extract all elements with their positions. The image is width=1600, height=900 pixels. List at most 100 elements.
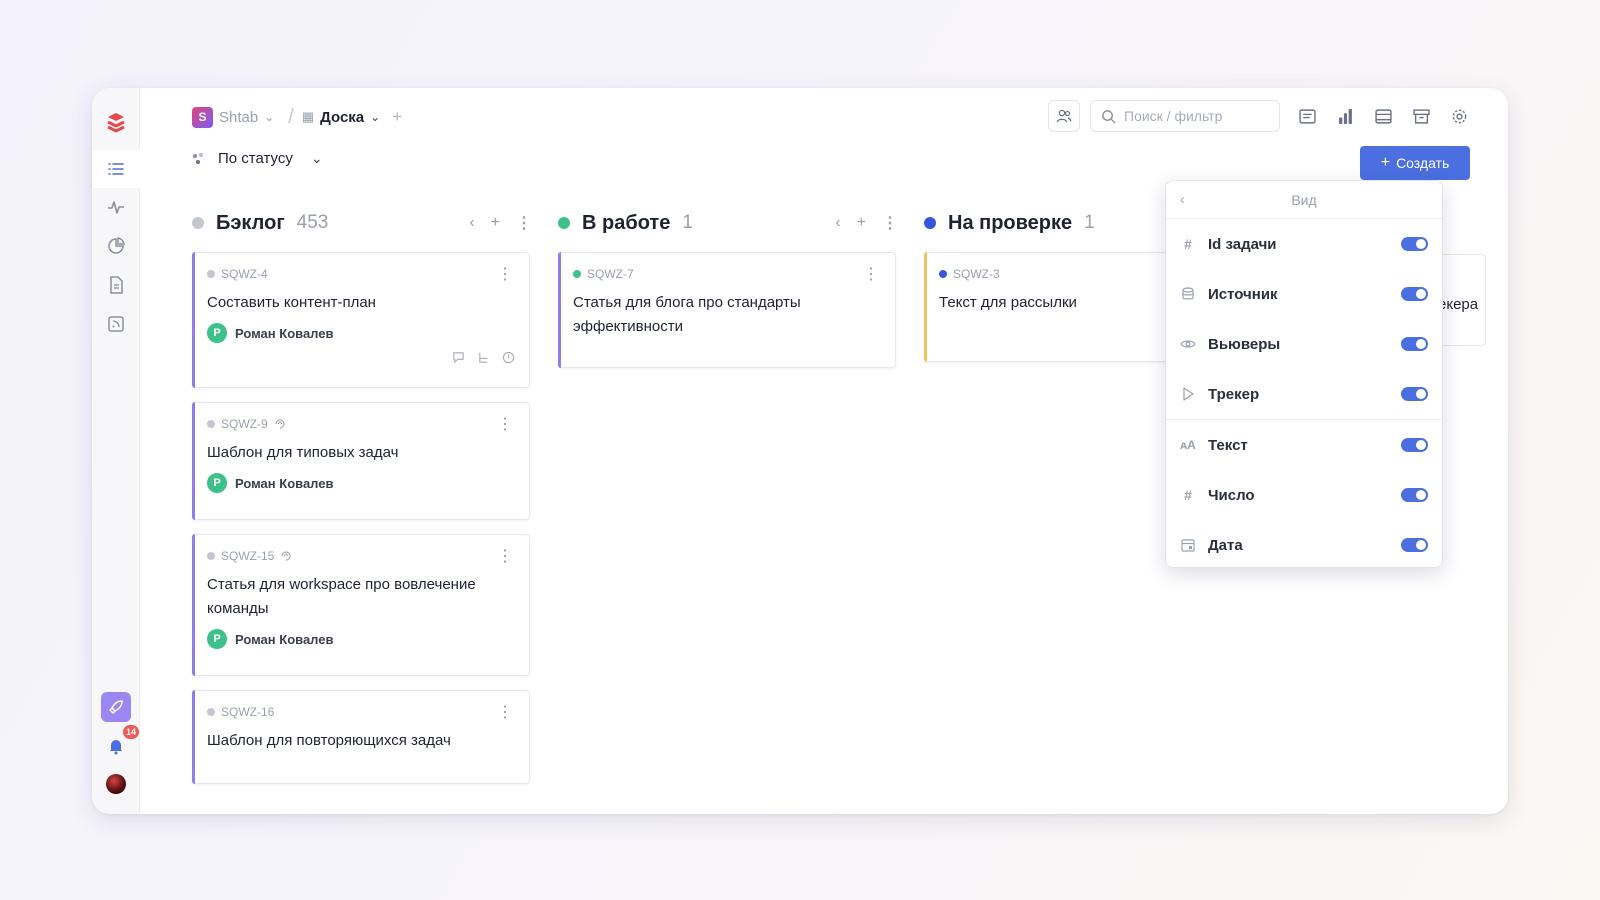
create-button-label: Создать — [1396, 155, 1450, 171]
activity-icon — [108, 201, 124, 214]
comment-icon[interactable] — [452, 351, 465, 364]
more-vertical-icon[interactable]: ⋮ — [882, 213, 898, 233]
notifications-button[interactable]: 14 — [102, 725, 139, 760]
chevron-down-icon: ⌄ — [310, 150, 323, 166]
view-option-source[interactable]: Источник — [1166, 269, 1442, 319]
database-icon — [1180, 286, 1196, 302]
add-card-button[interactable]: + — [857, 214, 866, 232]
status-dot — [558, 217, 570, 229]
user-avatar[interactable] — [102, 770, 130, 798]
status-dot — [192, 217, 204, 229]
repeat-icon — [275, 419, 285, 429]
option-label: Трекер — [1208, 385, 1260, 403]
status-dot — [207, 420, 215, 428]
toggle-switch[interactable] — [1401, 387, 1428, 401]
groupby-selector[interactable]: По статусу ⌄ — [192, 150, 323, 167]
collapse-left-icon[interactable]: ‹ — [469, 214, 474, 232]
sidebar-item-activity[interactable] — [102, 193, 130, 221]
view-option-viewers[interactable]: Вьюверы — [1166, 319, 1442, 369]
task-id: SQWZ-4 — [221, 267, 268, 281]
bell-icon — [110, 740, 122, 755]
view-option-tracker[interactable]: Трекер — [1166, 369, 1442, 419]
chart-view-button[interactable] — [1334, 105, 1356, 127]
calendar-icon — [1180, 537, 1196, 553]
add-view-button[interactable]: + — [392, 107, 402, 127]
breadcrumb-separator: / — [288, 105, 294, 128]
collapse-left-icon[interactable]: ‹ — [835, 214, 840, 232]
column-title: На проверке — [948, 211, 1073, 234]
sidebar-item-feed[interactable] — [102, 310, 130, 338]
assignee[interactable]: Р Роман Ковалев — [207, 629, 515, 649]
breadcrumb-workspace[interactable]: Shtab — [219, 109, 258, 126]
sidebar-item-list[interactable] — [92, 150, 140, 188]
sidebar-item-docs[interactable] — [102, 271, 130, 299]
settings-button[interactable] — [1448, 105, 1470, 127]
create-button[interactable]: + Создать — [1360, 146, 1470, 180]
toggle-switch[interactable] — [1401, 438, 1428, 452]
view-option-date[interactable]: Дата — [1166, 520, 1442, 570]
search-input[interactable] — [1124, 108, 1264, 124]
task-card[interactable]: SQWZ-7 Статья для блога про стандарты эф… — [558, 252, 896, 368]
eye-icon — [1180, 336, 1196, 352]
list-view-button[interactable] — [1296, 105, 1318, 127]
toggle-switch[interactable] — [1401, 337, 1428, 351]
chevron-left-icon[interactable]: ‹ — [1180, 191, 1185, 207]
column-in-progress: В работе 1 ‹ + ⋮ SQWZ-7 Статья для блога… — [558, 208, 898, 368]
task-title: Шаблон для повторяющихся задач — [207, 732, 451, 749]
members-button[interactable] — [1048, 100, 1080, 132]
view-option-text[interactable]: ᴀA Текст — [1166, 420, 1442, 470]
subtask-icon[interactable] — [477, 351, 490, 364]
toolbar — [1048, 100, 1470, 132]
workspace-badge[interactable]: S — [192, 106, 213, 128]
view-option-id[interactable]: # Id задачи — [1166, 219, 1442, 269]
list-icon — [108, 163, 124, 175]
avatar — [106, 774, 126, 794]
rocket-icon[interactable] — [101, 692, 131, 722]
avatar: Р — [207, 629, 227, 649]
card-view-button[interactable] — [1372, 105, 1394, 127]
toggle-switch[interactable] — [1401, 488, 1428, 502]
add-card-button[interactable]: + — [491, 214, 500, 232]
app-window: 14 S Shtab ⌄ / ▦ Доска ⌄ + Поиск / фильт… — [92, 88, 1508, 814]
search-field[interactable] — [1090, 100, 1280, 132]
view-option-number[interactable]: # Число — [1166, 470, 1442, 520]
task-title: Шаблон для типовых задач — [207, 444, 399, 461]
sidebar-item-reports[interactable] — [102, 232, 130, 260]
more-vertical-icon[interactable]: ⋮ — [497, 705, 513, 721]
task-id: SQWZ-9 — [221, 417, 268, 431]
task-card[interactable]: SQWZ-4 Составить контент-план Р Роман Ко… — [192, 252, 530, 388]
task-card[interactable]: SQWZ-16 Шаблон для повторяющихся задач ⋮ — [192, 690, 530, 784]
status-dot — [207, 552, 215, 560]
chevron-down-icon[interactable]: ⌄ — [370, 110, 380, 124]
assignee-name: Роман Ковалев — [235, 631, 334, 647]
status-dot — [573, 270, 581, 278]
task-id: SQWZ-15 — [221, 549, 275, 563]
breadcrumb-board[interactable]: Доска — [320, 109, 364, 126]
more-vertical-icon[interactable]: ⋮ — [497, 267, 513, 283]
task-title: Составить контент-план — [207, 294, 376, 311]
assignee[interactable]: Р Роман Ковалев — [207, 473, 515, 493]
more-vertical-icon[interactable]: ⋮ — [516, 213, 532, 233]
toggle-switch[interactable] — [1401, 538, 1428, 552]
toggle-switch[interactable] — [1401, 287, 1428, 301]
chevron-down-icon[interactable]: ⌄ — [264, 110, 274, 124]
pie-chart-icon — [108, 237, 125, 254]
card-id-row: SQWZ-4 — [207, 267, 515, 281]
toggle-switch[interactable] — [1401, 237, 1428, 251]
hash-icon: # — [1184, 487, 1192, 503]
more-vertical-icon[interactable]: ⋮ — [497, 417, 513, 433]
notification-badge: 14 — [122, 725, 139, 739]
column-actions: ‹ + ⋮ — [835, 213, 898, 233]
app-logo-icon[interactable] — [102, 108, 130, 136]
sidebar: 14 — [92, 88, 140, 814]
more-vertical-icon[interactable]: ⋮ — [863, 267, 879, 283]
info-icon[interactable] — [502, 351, 515, 364]
task-card[interactable]: SQWZ-15 Статья для workspace про вовлече… — [192, 534, 530, 676]
more-vertical-icon[interactable]: ⋮ — [497, 549, 513, 565]
archive-button[interactable] — [1410, 105, 1432, 127]
task-id: SQWZ-3 — [953, 267, 1000, 281]
task-card[interactable]: SQWZ-9 Шаблон для типовых задач Р Роман … — [192, 402, 530, 520]
assignee[interactable]: Р Роман Ковалев — [207, 323, 515, 343]
column-count: 453 — [296, 212, 329, 233]
column-title: В работе — [582, 211, 671, 234]
